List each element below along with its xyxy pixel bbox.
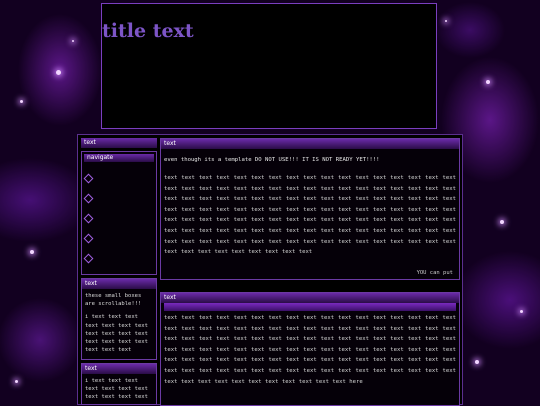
divider-bar: [164, 303, 456, 311]
post-heading: text: [161, 139, 459, 149]
bullet-icon: [83, 213, 94, 223]
sidebar-heading: text: [81, 138, 157, 148]
nav-item[interactable]: [83, 168, 156, 188]
nav-item[interactable]: [83, 228, 156, 248]
nav-box: navigate: [81, 151, 157, 275]
sidebar: text navigate text these small boxes are…: [81, 138, 157, 405]
post-box: text even though its a template DO NOT U…: [160, 138, 460, 280]
copyright-text: YOU can put: [416, 270, 453, 276]
background-star: [72, 40, 74, 42]
background-star: [486, 80, 490, 84]
scroll-box[interactable]: text i text text text text text text tex…: [81, 363, 157, 405]
bullet-icon: [83, 193, 94, 203]
site-title: title text: [102, 20, 194, 42]
header-banner: title text: [101, 3, 437, 129]
post-body: text text text text text text text text …: [164, 175, 456, 256]
post-notice: even though its a template DO NOT USE!!!…: [164, 157, 380, 163]
post-heading: text: [161, 293, 459, 303]
scroll-box-heading: text: [82, 364, 156, 374]
nav-label: navigate: [84, 154, 154, 162]
scroll-box-intro: these small boxes are scrollable!!!: [85, 293, 142, 308]
nav-item[interactable]: [83, 248, 156, 268]
background-star: [500, 220, 504, 224]
page-layout: text navigate text these small boxes are…: [77, 134, 463, 406]
post-box: text text text text text text text text …: [160, 292, 460, 406]
scroll-box-text: i text text text text text text text tex…: [85, 378, 148, 401]
scroll-box[interactable]: text these small boxes are scrollable!!!…: [81, 278, 157, 360]
background-star: [15, 380, 18, 383]
post-body: text text text text text text text text …: [164, 315, 456, 385]
background-star: [30, 250, 34, 254]
background-star: [445, 20, 447, 22]
main-content: text even though its a template DO NOT U…: [160, 138, 460, 406]
background-star: [520, 310, 523, 313]
background-star: [475, 360, 479, 364]
nav-item[interactable]: [83, 188, 156, 208]
background-star: [56, 70, 61, 75]
nav-list: [82, 164, 156, 270]
bullet-icon: [83, 233, 94, 243]
bullet-icon: [83, 173, 94, 183]
bullet-icon: [83, 253, 94, 263]
scroll-box-heading: text: [82, 279, 156, 289]
background-star: [20, 100, 23, 103]
nav-item[interactable]: [83, 208, 156, 228]
scroll-box-text: i text text text text text text text tex…: [85, 314, 148, 354]
